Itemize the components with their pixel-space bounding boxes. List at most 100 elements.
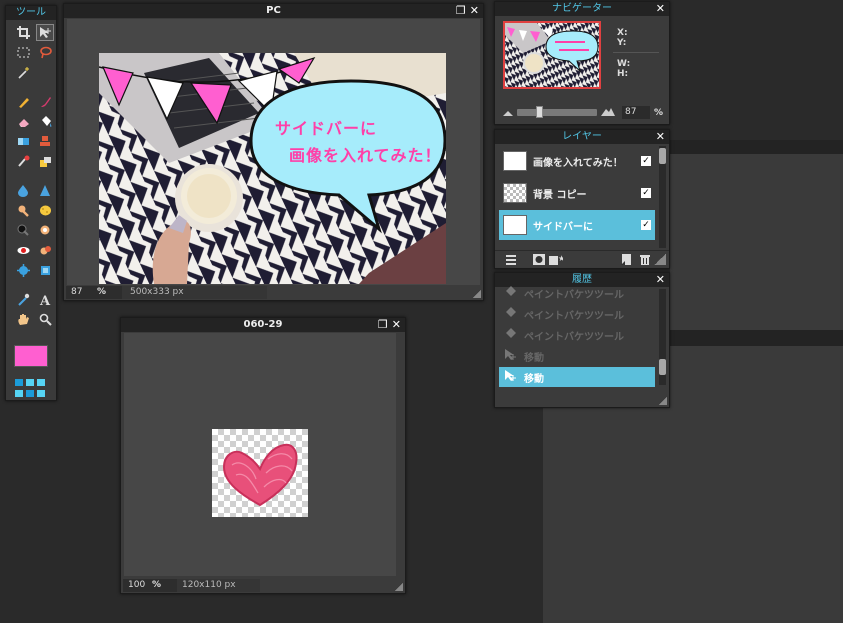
magic-wand-icon[interactable] bbox=[14, 64, 32, 81]
document-window-pc[interactable]: PC ❐ ✕ サイドバーに 画像を入れてみた！ 87 % 500x333 px bbox=[63, 3, 484, 301]
navigator-thumbnail[interactable] bbox=[503, 21, 601, 89]
layer-name: サイドバーに bbox=[533, 221, 593, 233]
history-item[interactable]: ペイントバケツツール bbox=[499, 283, 655, 303]
burn-icon[interactable] bbox=[14, 222, 32, 239]
photo-canvas[interactable]: サイドバーに 画像を入れてみた！ bbox=[99, 53, 446, 284]
history-item-label: ペイントバケツツール bbox=[524, 289, 624, 301]
blur-icon[interactable] bbox=[14, 182, 32, 199]
crop-icon[interactable] bbox=[14, 24, 32, 41]
workspace-strip bbox=[670, 140, 843, 154]
zoom-icon[interactable] bbox=[36, 311, 54, 328]
resize-grip[interactable] bbox=[654, 254, 666, 265]
close-icon[interactable]: ✕ bbox=[656, 130, 665, 144]
bloat-icon[interactable] bbox=[14, 262, 32, 279]
marquee-icon[interactable] bbox=[14, 44, 32, 61]
history-panel: 履歴 ✕ ペイントバケツツール ペイントバケツツール ペイントバケツツール 移動 移動 bbox=[494, 272, 670, 408]
sponge-icon[interactable] bbox=[36, 202, 54, 219]
color-picker-icon[interactable] bbox=[14, 291, 32, 308]
close-icon[interactable]: ✕ bbox=[470, 4, 479, 18]
bubble-text-line1: サイドバーに bbox=[275, 119, 378, 138]
close-icon[interactable]: ✕ bbox=[392, 318, 401, 332]
document-window-060-29[interactable]: 060-29 ❐ ✕ 100 % 120x110 px bbox=[120, 317, 406, 594]
layers-scroll-thumb[interactable] bbox=[659, 148, 666, 164]
resize-grip[interactable] bbox=[659, 397, 667, 405]
zoom-slider-knob[interactable] bbox=[536, 106, 543, 118]
swatch[interactable] bbox=[26, 379, 34, 386]
heart-art bbox=[222, 443, 298, 507]
color-replace-icon[interactable] bbox=[14, 153, 32, 170]
zoom-input[interactable]: 87 bbox=[622, 106, 650, 119]
history-item[interactable]: 移動 bbox=[499, 346, 655, 366]
tool-empty-slot bbox=[36, 64, 54, 81]
zoom-in-mountain-icon[interactable] bbox=[601, 106, 615, 116]
layer-mask-icon[interactable] bbox=[533, 254, 545, 265]
red-eye-icon[interactable] bbox=[14, 242, 32, 259]
document-statusbar: 100 % 120x110 px bbox=[123, 579, 260, 592]
history-item[interactable]: ペイントバケツツール bbox=[499, 304, 655, 324]
history-item-label: 移動 bbox=[524, 352, 544, 364]
new-layer-icon[interactable] bbox=[621, 254, 633, 265]
gradient-icon[interactable] bbox=[14, 133, 32, 150]
history-scrollbar[interactable] bbox=[659, 289, 666, 385]
hand-icon[interactable] bbox=[14, 311, 32, 328]
trash-icon[interactable] bbox=[639, 254, 651, 265]
canvas-area[interactable]: サイドバーに 画像を入れてみた！ bbox=[67, 19, 480, 285]
history-item[interactable]: 移動 bbox=[499, 367, 655, 387]
close-icon[interactable]: ✕ bbox=[656, 2, 665, 16]
zoom-percent: % bbox=[654, 108, 664, 118]
foreground-color-swatch[interactable] bbox=[14, 345, 48, 367]
brush-icon[interactable] bbox=[36, 93, 54, 110]
photo-art bbox=[99, 53, 446, 284]
spot-heal-icon[interactable] bbox=[36, 242, 54, 259]
zoom-value[interactable]: 87 bbox=[66, 286, 92, 299]
sharpen-icon[interactable] bbox=[36, 182, 54, 199]
workspace-panel-3 bbox=[543, 408, 673, 418]
layer-toolbar: ★ bbox=[495, 250, 669, 268]
layer-visibility-checkbox[interactable]: ✓ bbox=[641, 220, 651, 230]
heart-canvas[interactable] bbox=[212, 429, 308, 517]
resize-grip[interactable] bbox=[473, 290, 481, 298]
clone-stamp-icon[interactable] bbox=[36, 133, 54, 150]
swatch[interactable] bbox=[26, 390, 34, 397]
resize-grip[interactable] bbox=[395, 583, 403, 591]
svg-text:★: ★ bbox=[558, 254, 563, 263]
history-item[interactable]: ペイントバケツツール bbox=[499, 325, 655, 345]
layer-name: 画像を入れてみた！ bbox=[533, 157, 623, 169]
nav-x-label: X: bbox=[617, 28, 628, 38]
layer-visibility-checkbox[interactable]: ✓ bbox=[641, 188, 651, 198]
lasso-icon[interactable] bbox=[36, 44, 54, 61]
drawing-icon[interactable] bbox=[36, 153, 54, 170]
navigator-thumbnail-art bbox=[505, 23, 599, 87]
eraser-icon[interactable] bbox=[14, 113, 32, 130]
swatch[interactable] bbox=[15, 379, 23, 386]
pinch-icon[interactable] bbox=[36, 262, 54, 279]
layer-style-icon[interactable]: ★ bbox=[549, 254, 565, 265]
zoom-slider[interactable] bbox=[517, 106, 597, 118]
zoom-out-mountain-icon[interactable] bbox=[503, 110, 513, 116]
smudge-icon[interactable] bbox=[14, 202, 32, 219]
layer-row[interactable]: サイドバーに ✓ bbox=[499, 210, 655, 240]
layer-row[interactable]: 背景 コピー ✓ bbox=[499, 178, 655, 208]
restore-icon[interactable]: ❐ bbox=[378, 318, 388, 332]
image-size: 120x110 px bbox=[177, 579, 260, 592]
type-icon[interactable]: A bbox=[36, 291, 54, 308]
layers-scrollbar[interactable] bbox=[659, 146, 666, 248]
dodge-icon[interactable] bbox=[36, 222, 54, 239]
swatch[interactable] bbox=[37, 390, 45, 397]
layer-thumbnail bbox=[503, 215, 527, 235]
zoom-percent: % bbox=[97, 287, 107, 297]
canvas-area[interactable] bbox=[124, 333, 396, 576]
move-icon[interactable] bbox=[36, 24, 54, 41]
zoom-value[interactable]: 100 bbox=[123, 579, 147, 592]
restore-icon[interactable]: ❐ bbox=[456, 4, 466, 18]
swatch[interactable] bbox=[37, 379, 45, 386]
layer-visibility-checkbox[interactable]: ✓ bbox=[641, 156, 651, 166]
close-icon[interactable]: ✕ bbox=[656, 273, 665, 287]
paint-bucket-icon[interactable] bbox=[36, 113, 54, 130]
layer-row[interactable]: 画像を入れてみた！ ✓ bbox=[499, 146, 655, 176]
history-scroll-thumb[interactable] bbox=[659, 359, 666, 375]
pencil-icon[interactable] bbox=[14, 93, 32, 110]
swatch[interactable] bbox=[15, 390, 23, 397]
document-title: 060-29 ❐ ✕ bbox=[121, 318, 405, 332]
layer-settings-icon[interactable] bbox=[505, 254, 517, 265]
